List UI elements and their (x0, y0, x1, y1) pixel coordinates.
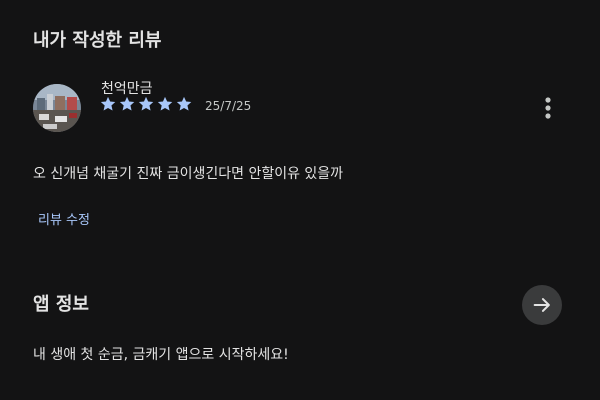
star-icon (100, 96, 116, 111)
review-text: 오 신개념 채굴기 진짜 금이생긴다면 안할이유 있을까 (33, 166, 344, 182)
review-date: 25/7/25 (205, 99, 252, 113)
app-description: 내 생애 첫 순금, 금캐기 앱으로 시작하세요! (33, 347, 289, 363)
edit-review-link[interactable]: 리뷰 수정 (38, 209, 90, 228)
star-icon (138, 96, 154, 111)
section-title-my-review: 내가 작성한 리뷰 (33, 30, 162, 51)
review-page: 내가 작성한 리뷰 천억만금 25/7/25 오 신개념 채굴기 진짜 금이생긴… (0, 0, 600, 400)
star-icon (119, 96, 135, 111)
star-icon (157, 96, 173, 111)
app-info-arrow-button[interactable] (522, 285, 562, 325)
more-options-button[interactable] (530, 90, 566, 126)
star-rating (99, 95, 193, 113)
section-title-app-info: 앱 정보 (33, 294, 89, 315)
star-icon (176, 96, 192, 111)
more-vert-icon (545, 97, 551, 119)
reviewer-avatar (33, 84, 81, 132)
arrow-forward-icon (533, 298, 550, 312)
